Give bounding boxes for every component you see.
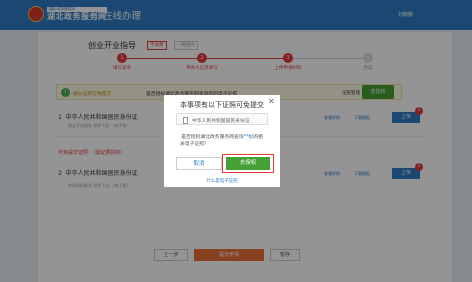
what-is-e-license-link[interactable]: 什么是电子证照	[164, 178, 280, 184]
document-icon	[183, 116, 188, 124]
dialog-title: 本事项有以下证照可免提交	[180, 101, 264, 109]
cancel-button[interactable]: 取消	[176, 157, 222, 170]
authorize-button[interactable]: 去授权	[226, 157, 270, 170]
question-suffix: 的相	[253, 135, 263, 140]
license-auth-dialog: ✕ 本事项有以下证照可免提交 中华人民共和国居民身份证 是否授权湖北政务服务网查…	[164, 95, 280, 187]
license-item: 中华人民共和国居民身份证	[176, 113, 268, 125]
auth-question-line2: 关电子证照？	[180, 142, 209, 147]
auth-question: 是否授权湖北政务服务网查询**松的相	[164, 133, 280, 140]
masked-name: **松	[243, 135, 254, 140]
license-name: 中华人民共和国居民身份证	[192, 119, 250, 124]
